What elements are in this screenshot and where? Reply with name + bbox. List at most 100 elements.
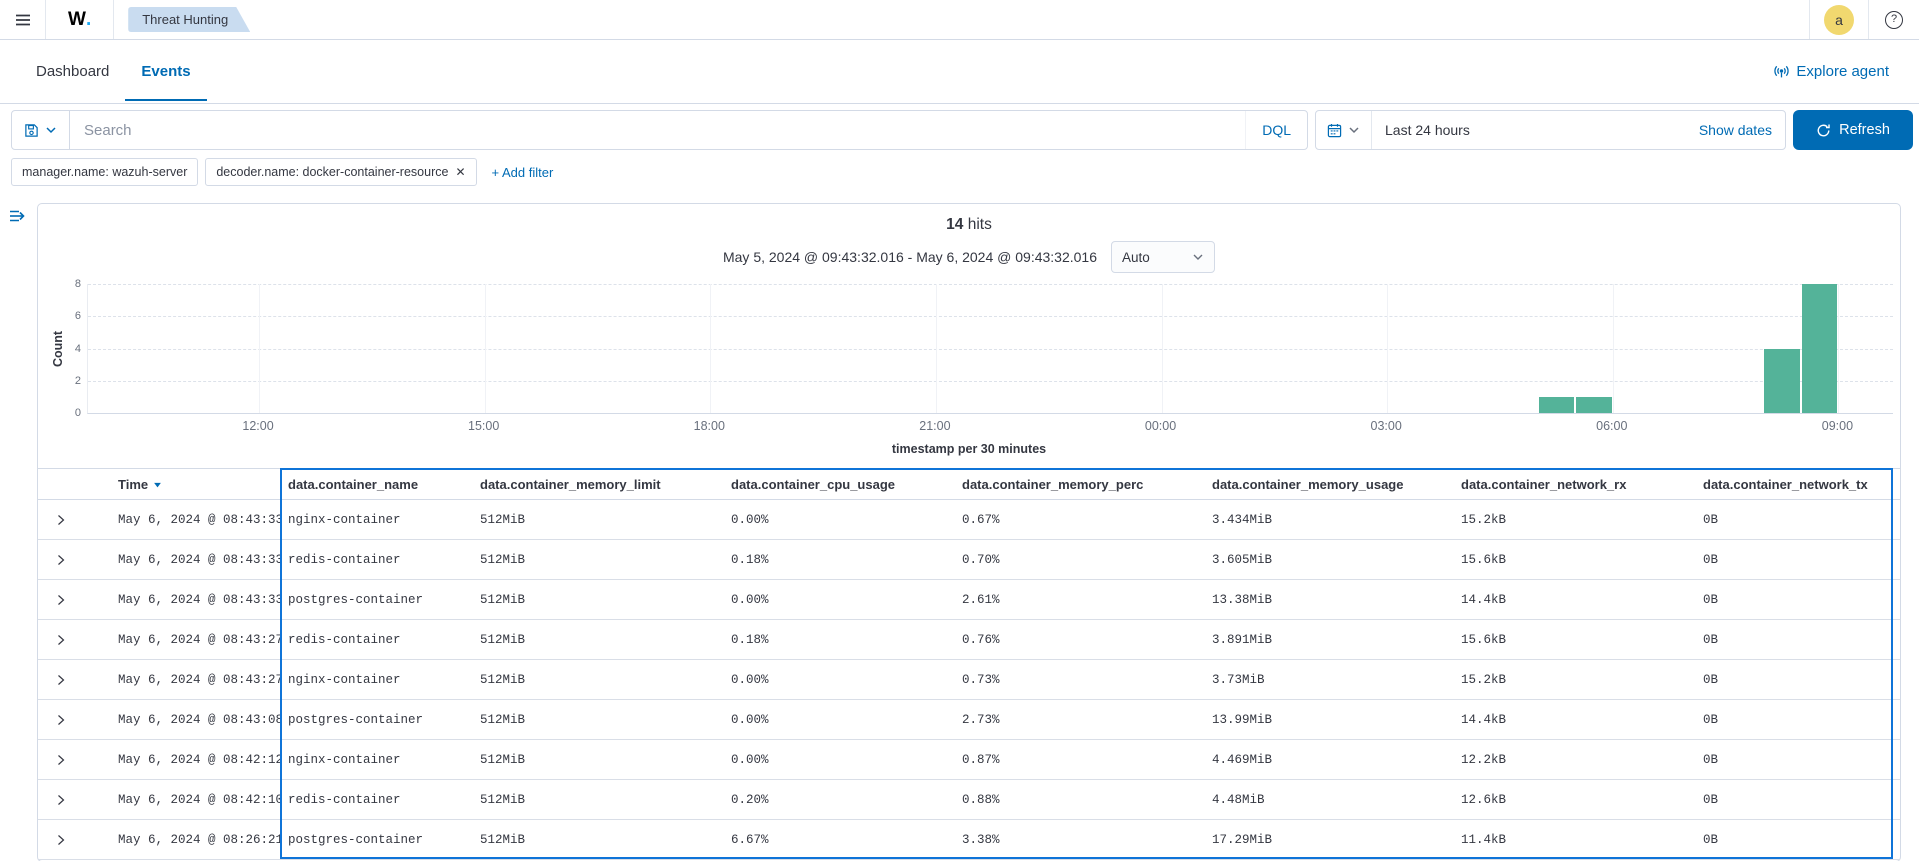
expand-row-icon[interactable] [55,633,66,647]
table-row: May 6, 2024 @ 08:43:08.148postgres-conta… [38,700,1900,740]
cell-time: May 6, 2024 @ 08:43:33.081 [82,580,280,619]
column-header-label: data.container_memory_limit [480,477,661,492]
y-tick-label: 0 [75,407,81,419]
histogram-bar[interactable] [1802,284,1838,413]
cell-value: 0.87% [954,740,1204,779]
add-filter-button[interactable]: + Add filter [492,165,554,180]
expand-row-icon[interactable] [55,793,66,807]
cell-value: 14.4kB [1453,580,1695,619]
date-picker: Last 24 hours Show dates [1315,110,1786,150]
cell-value: 3.434MiB [1204,500,1453,539]
cell-value: redis-container [280,780,472,819]
cell-value: 12.2kB [1453,740,1695,779]
table-row: May 6, 2024 @ 08:43:33.081nginx-containe… [38,500,1900,540]
column-header-data-container-memory-usage[interactable]: data.container_memory_usage [1204,469,1453,499]
cell-value: 4.469MiB [1204,740,1453,779]
search-row: DQL Last 24 hours Show dates Refresh [11,110,1913,150]
expand-row-icon[interactable] [55,713,66,727]
histogram-bar[interactable] [1764,349,1800,414]
collapse-fields-icon[interactable] [8,208,28,224]
column-header-data-container-memory-limit[interactable]: data.container_memory_limit [472,469,723,499]
filter-pill-label: decoder.name: docker-container-resource [216,165,448,179]
time-range-value[interactable]: Last 24 hours [1372,122,1699,138]
column-header-data-container-network-rx[interactable]: data.container_network_rx [1453,469,1695,499]
explore-agent-button[interactable]: Explore agent [1773,63,1889,80]
header-expand-spacer [38,469,82,499]
explore-agent-label: Explore agent [1796,63,1889,80]
cell-value: 0B [1695,700,1900,739]
expand-row-icon[interactable] [55,673,66,687]
table-row: May 6, 2024 @ 08:42:10.755redis-containe… [38,780,1900,820]
histogram-bar[interactable] [1576,397,1612,413]
y-gridline [88,284,1893,285]
cell-value: 13.99MiB [1204,700,1453,739]
hamburger-menu-icon[interactable] [0,0,46,39]
column-header-data-container-name[interactable]: data.container_name [280,469,472,499]
expand-row-icon[interactable] [55,833,66,847]
cell-time: May 6, 2024 @ 08:42:12.756 [82,740,280,779]
cell-time: May 6, 2024 @ 08:43:27.070 [82,620,280,659]
cell-value: 512MiB [472,500,723,539]
cell-value: 3.73MiB [1204,660,1453,699]
cell-value: 512MiB [472,780,723,819]
cell-value: 6.67% [723,820,954,859]
cell-value: 3.38% [954,820,1204,859]
histogram-plot [87,284,1893,414]
table-body: May 6, 2024 @ 08:43:33.081nginx-containe… [38,500,1900,860]
cell-value: 3.605MiB [1204,540,1453,579]
logo-text: W [68,9,86,31]
x-gridline [1613,284,1614,413]
column-header-time[interactable]: Time [82,469,280,499]
breadcrumb[interactable]: Threat Hunting [128,7,250,32]
help-icon[interactable]: ? [1885,11,1903,29]
remove-filter-icon[interactable]: ✕ [455,166,465,178]
filter-pill[interactable]: decoder.name: docker-container-resource … [205,158,476,186]
avatar[interactable]: a [1824,5,1854,35]
histogram-bar[interactable] [1539,397,1575,413]
table-row: May 6, 2024 @ 08:43:27.070redis-containe… [38,620,1900,660]
column-header-label: data.container_name [288,477,418,492]
time-range-row: May 5, 2024 @ 09:43:32.016 - May 6, 2024… [38,240,1900,274]
expand-row-icon[interactable] [55,553,66,567]
expand-row-icon[interactable] [55,753,66,767]
tab-dashboard[interactable]: Dashboard [20,42,125,101]
broadcast-icon [1773,64,1790,80]
expand-cell [38,580,82,619]
saved-queries-button[interactable] [12,111,70,149]
cell-value: 0.70% [954,540,1204,579]
interval-select[interactable]: Auto [1111,241,1215,273]
events-panel: 14 hits May 5, 2024 @ 09:43:32.016 - May… [37,203,1901,861]
y-tick-label: 2 [75,375,81,387]
table-row: May 6, 2024 @ 08:43:33.081redis-containe… [38,540,1900,580]
filter-pill[interactable]: manager.name: wazuh-server [11,158,198,186]
refresh-button[interactable]: Refresh [1793,110,1913,150]
x-gridline [936,284,937,413]
cell-value: 0B [1695,540,1900,579]
search-input[interactable] [70,122,1245,139]
query-language-button[interactable]: DQL [1245,111,1307,149]
cell-time: May 6, 2024 @ 08:43:08.148 [82,700,280,739]
column-header-data-container-memory-perc[interactable]: data.container_memory_perc [954,469,1204,499]
filter-row: manager.name: wazuh-server decoder.name:… [11,158,1913,186]
expand-row-icon[interactable] [55,593,66,607]
x-tick-label: 03:00 [1371,419,1402,433]
cell-value: 512MiB [472,820,723,859]
y-tick-label: 8 [75,278,81,290]
cell-time: May 6, 2024 @ 08:42:10.755 [82,780,280,819]
expand-row-icon[interactable] [55,513,66,527]
cell-value: 0B [1695,660,1900,699]
y-tick-label: 4 [75,343,81,355]
show-dates-button[interactable]: Show dates [1699,122,1785,138]
cell-value: 13.38MiB [1204,580,1453,619]
logo-dot: . [86,9,91,31]
tab-events[interactable]: Events [125,42,206,101]
column-header-data-container-cpu-usage[interactable]: data.container_cpu_usage [723,469,954,499]
x-axis-ticks: 12:0015:0018:0021:0000:0003:0006:0009:00 [87,414,1893,438]
chart-time-range: May 5, 2024 @ 09:43:32.016 - May 6, 2024… [723,249,1097,265]
calendar-button[interactable] [1316,111,1372,149]
wazuh-logo[interactable]: W. [46,0,114,39]
column-header-data-container-network-tx[interactable]: data.container_network_tx [1695,469,1900,499]
refresh-label: Refresh [1839,122,1890,138]
cell-time: May 6, 2024 @ 08:26:21.989 [82,820,280,859]
cell-value: 15.6kB [1453,620,1695,659]
